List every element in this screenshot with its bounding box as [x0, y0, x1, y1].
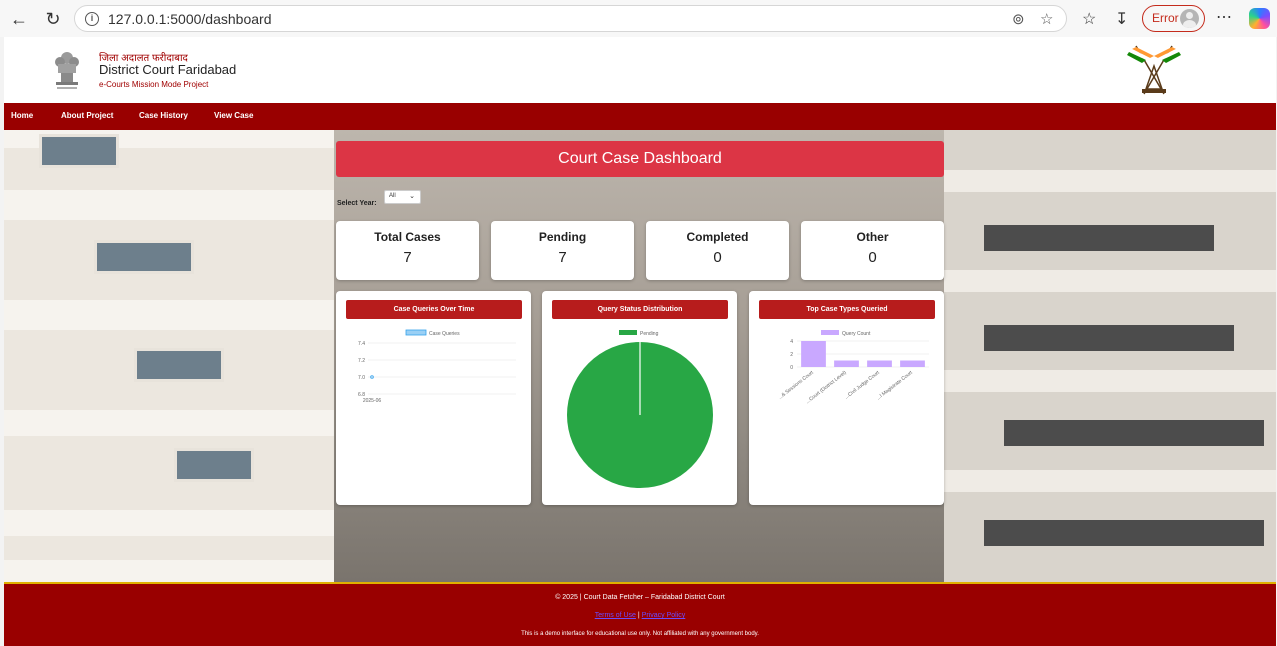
legend-swatch — [405, 329, 427, 336]
y-tick-label: 2 — [790, 352, 793, 358]
y-tick-label: 4 — [790, 339, 793, 345]
court-name: District Court Faridabad — [99, 62, 237, 77]
nav-about-project[interactable]: About Project — [61, 111, 113, 120]
nav-view-case[interactable]: View Case — [214, 111, 253, 120]
privacy-link[interactable]: Privacy Policy — [642, 612, 686, 619]
line-chart: Case Queries7.47.27.06.82025-06 — [358, 329, 516, 404]
stat-label: Pending — [538, 230, 587, 244]
url-text[interactable]: 127.0.0.1:5000/dashboard — [108, 11, 271, 27]
stat-value: 7 — [403, 249, 412, 266]
address-bar[interactable]: i 127.0.0.1:5000/dashboard ⊚ ☆ — [74, 5, 1067, 32]
downloads-icon[interactable]: ↧ — [1115, 9, 1128, 29]
footer-disclaimer: This is a demo interface for educational… — [521, 631, 759, 637]
legend-swatch — [821, 330, 839, 335]
profile-error-button[interactable]: Error — [1142, 5, 1205, 32]
mission-subtitle: e-Courts Mission Mode Project — [99, 80, 209, 89]
stat-card-other: Other 0 — [801, 221, 944, 280]
site-footer: © 2025 | Court Data Fetcher – Faridabad … — [4, 582, 1276, 646]
site-header: जिला अदालत फरीदाबाद District Court Farid… — [4, 37, 1276, 103]
stat-label: Total Cases — [374, 230, 441, 244]
legend-label: Case Queries — [429, 331, 460, 337]
chart-title: Top Case Types Queried — [759, 300, 935, 319]
error-label: Error — [1152, 11, 1179, 25]
x-tick-label: 2025-06 — [363, 398, 382, 404]
web-page: जिला अदालत फरीदाबाद District Court Farid… — [4, 37, 1276, 646]
year-select[interactable]: All ⌄ — [384, 190, 421, 204]
chart-card-queries-over-time: Case Queries Over Time Case Queries 7.4 7.… — [336, 291, 531, 505]
chart-card-status-distribution: Query Status Distribution Pending — [542, 291, 737, 505]
site-info-icon[interactable]: i — [85, 12, 99, 26]
stat-value: 7 — [558, 249, 567, 266]
footer-links: Terms of Use | Privacy Policy — [4, 612, 1276, 619]
stat-card-completed: Completed 0 — [646, 221, 789, 280]
main-navbar: Home About Project Case History View Cas… — [4, 103, 1276, 130]
chart-title: Case Queries Over Time — [346, 300, 522, 319]
stat-value: 0 — [868, 249, 877, 266]
crossed-flags-icon — [1127, 45, 1181, 95]
data-point — [370, 375, 374, 379]
y-tick-label: 7.2 — [358, 358, 365, 364]
bar — [900, 360, 925, 367]
y-tick-label: 7.4 — [358, 341, 365, 347]
favorite-star-icon[interactable]: ☆ — [1040, 10, 1053, 28]
year-label: Select Year: — [337, 200, 377, 207]
legend-label: Pending — [640, 331, 659, 337]
zoom-icon[interactable]: ⊚ — [1012, 10, 1025, 28]
stat-card-pending: Pending 7 — [491, 221, 634, 280]
background-building-left — [4, 130, 334, 582]
legend-swatch — [619, 330, 637, 335]
stat-value: 0 — [713, 249, 722, 266]
browser-toolbar: ← ↻ i 127.0.0.1:5000/dashboard ⊚ ☆ ☆ ↧ E… — [0, 0, 1277, 37]
chart-card-top-case-types: Top Case Types Queried Query Count 4 2 0...… — [749, 291, 944, 505]
pie-chart: Pending — [567, 330, 713, 488]
background-building-right — [944, 130, 1276, 582]
x-tick-label: ...l Magistrate Court — [876, 369, 915, 401]
y-tick-label: 0 — [790, 365, 793, 371]
bar-chart: Query Count420...& Sessions Court...Cour… — [777, 330, 929, 405]
bar — [867, 360, 892, 367]
bar — [801, 341, 826, 367]
copilot-icon[interactable] — [1249, 8, 1270, 29]
legend-label: Query Count — [842, 331, 871, 337]
avatar — [1180, 9, 1199, 28]
footer-copyright: © 2025 | Court Data Fetcher – Faridabad … — [555, 594, 725, 601]
back-arrow-icon[interactable]: ← — [8, 8, 30, 30]
terms-link[interactable]: Terms of Use — [595, 612, 636, 619]
nav-case-history[interactable]: Case History — [139, 111, 188, 120]
reload-icon[interactable]: ↻ — [42, 8, 64, 30]
stat-label: Other — [856, 230, 889, 244]
bar — [834, 360, 859, 367]
chart-title: Query Status Distribution — [552, 300, 728, 319]
nav-home[interactable]: Home — [11, 111, 33, 120]
favorites-icon[interactable]: ☆ — [1082, 9, 1096, 29]
y-tick-label: 7.0 — [358, 375, 365, 381]
stat-card-total: Total Cases 7 — [336, 221, 479, 280]
dashboard-title: Court Case Dashboard — [336, 141, 944, 177]
stat-label: Completed — [686, 230, 749, 244]
year-select-value: All — [389, 193, 396, 199]
chevron-down-icon: ⌄ — [409, 193, 415, 200]
footer-separator: | — [637, 612, 640, 619]
more-menu-icon[interactable]: ⋯ — [1216, 7, 1232, 27]
national-emblem-icon — [55, 52, 79, 89]
